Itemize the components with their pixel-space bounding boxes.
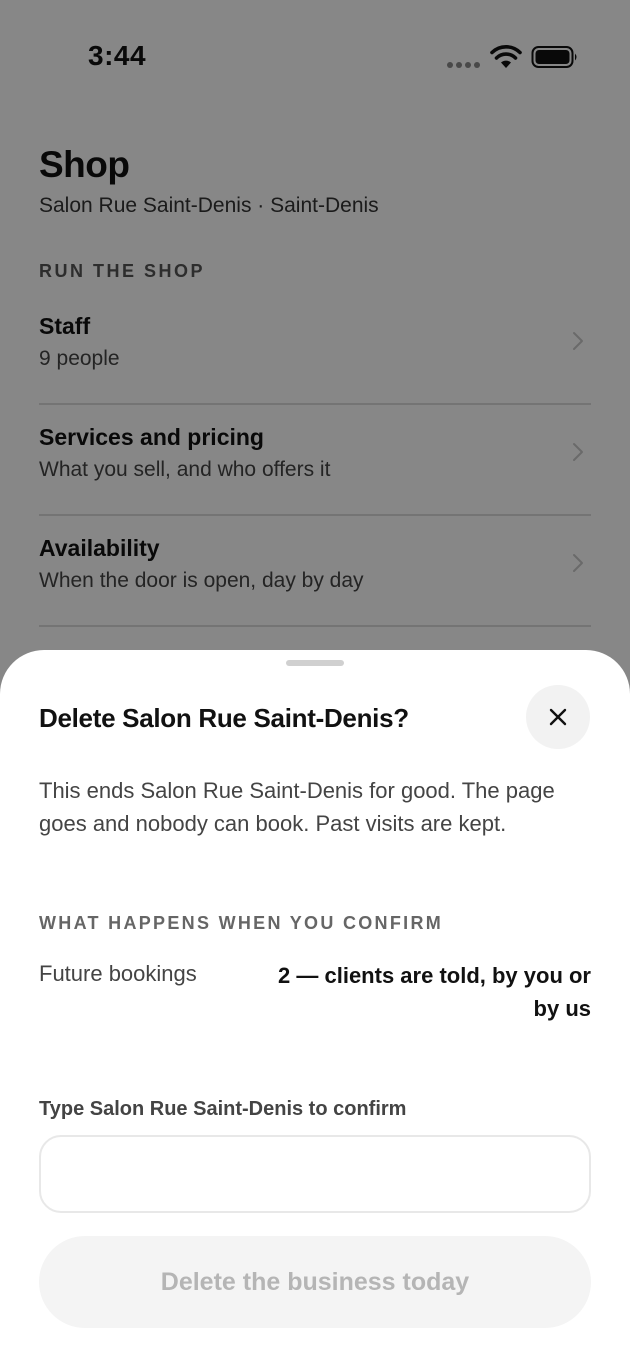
confirm-field-label: Type Salon Rue Saint-Denis to confirm	[39, 1098, 407, 1120]
sheet-grabber[interactable]	[286, 660, 344, 666]
close-button[interactable]	[526, 685, 590, 749]
delete-business-button[interactable]: Delete the business today	[39, 1236, 591, 1328]
future-bookings-value: 2 — clients are told, by you or by us	[278, 963, 591, 1021]
future-bookings-label: Future bookings	[39, 961, 197, 986]
confirm-name-input[interactable]	[39, 1135, 591, 1213]
sheet-description: This ends Salon Rue Saint-Denis for good…	[39, 778, 555, 836]
delete-business-sheet: Delete Salon Rue Saint-Denis? This ends …	[0, 650, 630, 1368]
screen: 3:44 Shop Salon Rue Saint-Denis · Saint-…	[0, 0, 630, 1368]
sheet-title: Delete Salon Rue Saint-Denis?	[39, 703, 409, 733]
consequence-section-label: WHAT HAPPENS WHEN YOU CONFIRM	[39, 913, 444, 933]
close-icon	[549, 708, 567, 726]
